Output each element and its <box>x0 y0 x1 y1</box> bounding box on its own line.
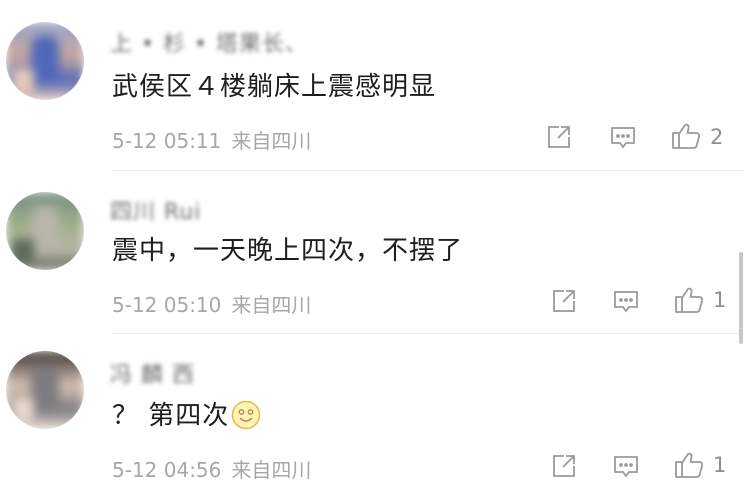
comment-meta: 5-12 04:56 来自四川 <box>112 454 311 483</box>
comment-reply-icon[interactable] <box>609 124 637 152</box>
avatar[interactable] <box>6 351 84 429</box>
share-icon[interactable] <box>551 288 577 314</box>
comment-text: 武侯区４楼躺床上震感明显 <box>112 72 437 102</box>
comment-reply-icon[interactable] <box>612 288 640 316</box>
like-count: 1 <box>713 288 727 312</box>
comment-text: ？ 第四次 <box>112 395 261 432</box>
avatar[interactable] <box>6 22 84 100</box>
comment-source: 来自四川 <box>231 458 312 482</box>
comment-source: 来自四川 <box>231 293 312 317</box>
comment-item: 冯 麟 西 ？ 第四次 5-12 04:56 来自四川 1 <box>0 333 744 493</box>
comment-username[interactable]: 四川 Rui <box>110 194 201 226</box>
comment-text: 震中，一天晚上四次，不摆了 <box>112 236 464 266</box>
comment-item: 四川 Rui 震中，一天晚上四次，不摆了 5-12 05:10 来自四川 1 <box>0 170 744 335</box>
thumbs-up-icon[interactable] <box>674 450 704 480</box>
like-count: 1 <box>713 453 727 477</box>
comment-item: 上 • 杉 • 塔果长、 武侯区４楼躺床上震感明显 5-12 05:11 来自四川… <box>0 0 744 170</box>
share-icon[interactable] <box>551 453 577 479</box>
comment-date: 5-12 05:10 <box>112 293 222 317</box>
smile-emoji-icon <box>232 400 261 430</box>
comment-text-content: ？ 第四次 <box>112 401 230 431</box>
comment-username[interactable]: 上 • 杉 • 塔果长、 <box>110 26 308 58</box>
comment-reply-icon[interactable] <box>612 453 640 481</box>
thumbs-up-icon[interactable] <box>671 121 701 151</box>
comment-meta: 5-12 05:10 来自四川 <box>112 289 311 318</box>
like-count: 2 <box>710 125 724 149</box>
share-icon[interactable] <box>546 124 572 150</box>
scrollbar[interactable] <box>739 252 743 344</box>
avatar[interactable] <box>6 192 84 270</box>
comment-username[interactable]: 冯 麟 西 <box>110 357 195 389</box>
thumbs-up-icon[interactable] <box>674 285 704 315</box>
comment-source: 来自四川 <box>231 129 312 153</box>
comment-date: 5-12 05:11 <box>112 129 222 153</box>
comment-meta: 5-12 05:11 来自四川 <box>112 125 311 154</box>
comment-date: 5-12 04:56 <box>112 458 222 482</box>
